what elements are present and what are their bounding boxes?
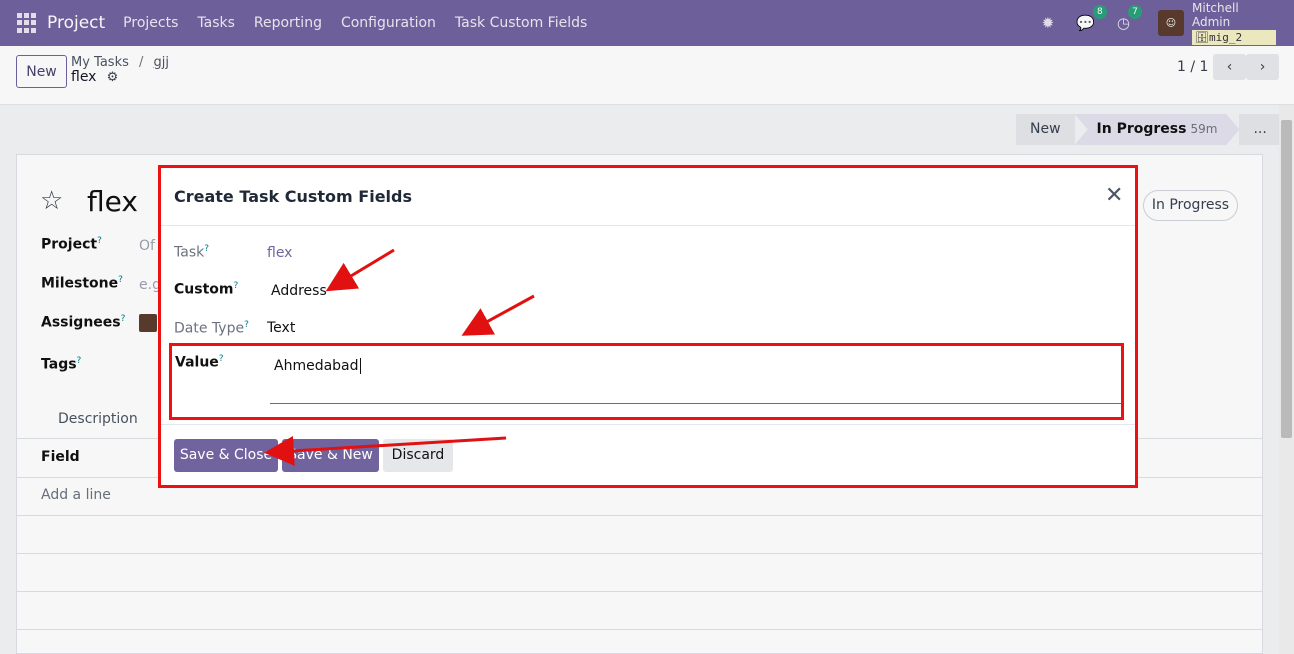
save-new-button[interactable]: Save & New: [282, 439, 379, 472]
dialog-footer-divider: [161, 424, 1135, 425]
dialog-title: Create Task Custom Fields: [174, 187, 412, 206]
date-type-label: Date Type?: [174, 320, 249, 337]
custom-label: Custom?: [174, 281, 239, 298]
save-close-button[interactable]: Save & Close: [174, 439, 278, 472]
dialog-header-divider: [161, 225, 1135, 226]
task-label: Task?: [174, 244, 209, 261]
close-icon[interactable]: ✕: [1105, 185, 1123, 207]
discard-button[interactable]: Discard: [383, 439, 453, 472]
create-custom-field-dialog: Create Task Custom Fields ✕ Task? flex C…: [158, 165, 1138, 488]
custom-field-input[interactable]: Address: [271, 283, 327, 299]
value-label: Value?: [175, 354, 224, 371]
task-value[interactable]: flex: [267, 245, 292, 261]
value-highlight-box: Value? Ahmedabad: [169, 343, 1124, 420]
date-type-value: Text: [267, 320, 296, 336]
value-input[interactable]: Ahmedabad: [270, 354, 1121, 404]
